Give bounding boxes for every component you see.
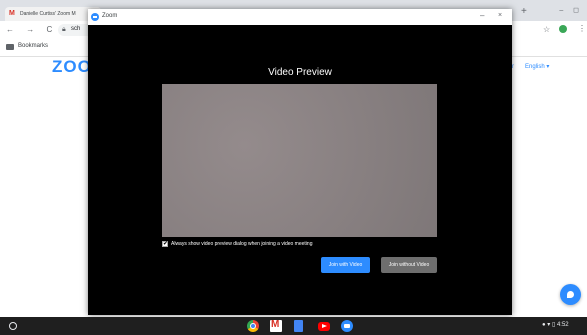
close-button[interactable]: ×: [498, 12, 502, 19]
zoom-titlebar: Zoom – ×: [88, 9, 512, 25]
os-shelf: ● ▾ ▯ 4:52: [0, 317, 587, 335]
browser-tab[interactable]: M Danielle Curtiss' Zoom M ×: [5, 7, 101, 21]
status-tray[interactable]: ● ▾ ▯ 4:52: [542, 321, 569, 328]
gmail-app-icon[interactable]: [270, 319, 282, 332]
video-preview: [162, 84, 437, 237]
language-selector[interactable]: English ▾: [525, 63, 549, 70]
tab-title: Danielle Curtiss' Zoom M: [20, 11, 76, 17]
window-controls[interactable]: – ◻: [559, 6, 583, 14]
youtube-icon[interactable]: [318, 322, 330, 331]
gmail-icon: M: [9, 10, 15, 17]
lock-icon: 🔒︎: [62, 26, 66, 33]
zoom-window-title: Zoom: [102, 13, 118, 19]
join-without-video-button[interactable]: Join without Video: [381, 257, 437, 273]
new-tab-button[interactable]: +: [521, 6, 527, 17]
folder-icon: [6, 44, 14, 50]
chat-icon[interactable]: [560, 284, 581, 305]
zoom-app-icon[interactable]: [341, 320, 353, 332]
screen: M Danielle Curtiss' Zoom M × + – ◻ ← → C…: [0, 0, 587, 335]
join-with-video-button[interactable]: Join with Video: [321, 257, 370, 273]
page-link-fragment[interactable]: r: [512, 64, 514, 70]
menu-icon[interactable]: ⋮: [578, 24, 586, 33]
bookmarks-label[interactable]: Bookmarks: [18, 43, 48, 49]
docs-icon[interactable]: [294, 320, 303, 332]
star-icon[interactable]: ☆: [543, 25, 550, 34]
extension-icon[interactable]: [559, 25, 567, 33]
zoom-icon: [91, 13, 99, 21]
dialog-title: Video Preview: [268, 67, 332, 78]
url-text: sch: [71, 26, 81, 32]
preview-checkbox-label[interactable]: Always show video preview dialog when jo…: [171, 241, 312, 247]
preview-checkbox-row[interactable]: ✔ Always show video preview dialog when …: [162, 241, 312, 247]
launcher-icon[interactable]: [9, 322, 17, 330]
zoom-window: Zoom – × Video Preview ✔ Always show vid…: [88, 9, 512, 315]
chrome-icon[interactable]: [247, 320, 259, 332]
preview-checkbox[interactable]: ✔: [162, 241, 168, 247]
minimize-button[interactable]: –: [480, 11, 484, 20]
zoom-logo[interactable]: ZOO: [52, 57, 92, 77]
